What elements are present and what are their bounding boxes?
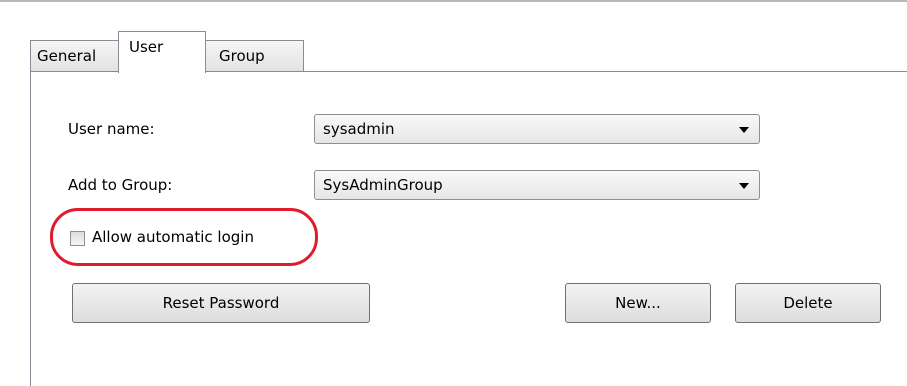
tab-general[interactable]: General xyxy=(30,40,120,72)
add-to-group-label: Add to Group: xyxy=(68,176,173,194)
highlight-annotation xyxy=(50,208,318,266)
add-to-group-value: SysAdminGroup xyxy=(323,176,443,194)
add-to-group-select[interactable]: SysAdminGroup xyxy=(314,170,760,200)
user-settings-dialog: General User Group User name: sysadmin A… xyxy=(0,0,907,386)
user-name-label: User name: xyxy=(68,120,155,138)
dropdown-arrow-icon[interactable] xyxy=(739,183,749,189)
window-top-border xyxy=(0,0,907,2)
tab-group[interactable]: Group xyxy=(204,40,304,72)
delete-button[interactable]: Delete xyxy=(735,283,881,323)
tab-user[interactable]: User xyxy=(118,31,206,73)
reset-password-button[interactable]: Reset Password xyxy=(72,283,370,323)
dropdown-arrow-icon[interactable] xyxy=(739,127,749,133)
tab-strip: General User Group xyxy=(30,31,304,73)
new-button[interactable]: New... xyxy=(565,283,711,323)
user-name-select[interactable]: sysadmin xyxy=(314,114,760,144)
user-name-value: sysadmin xyxy=(323,120,395,138)
